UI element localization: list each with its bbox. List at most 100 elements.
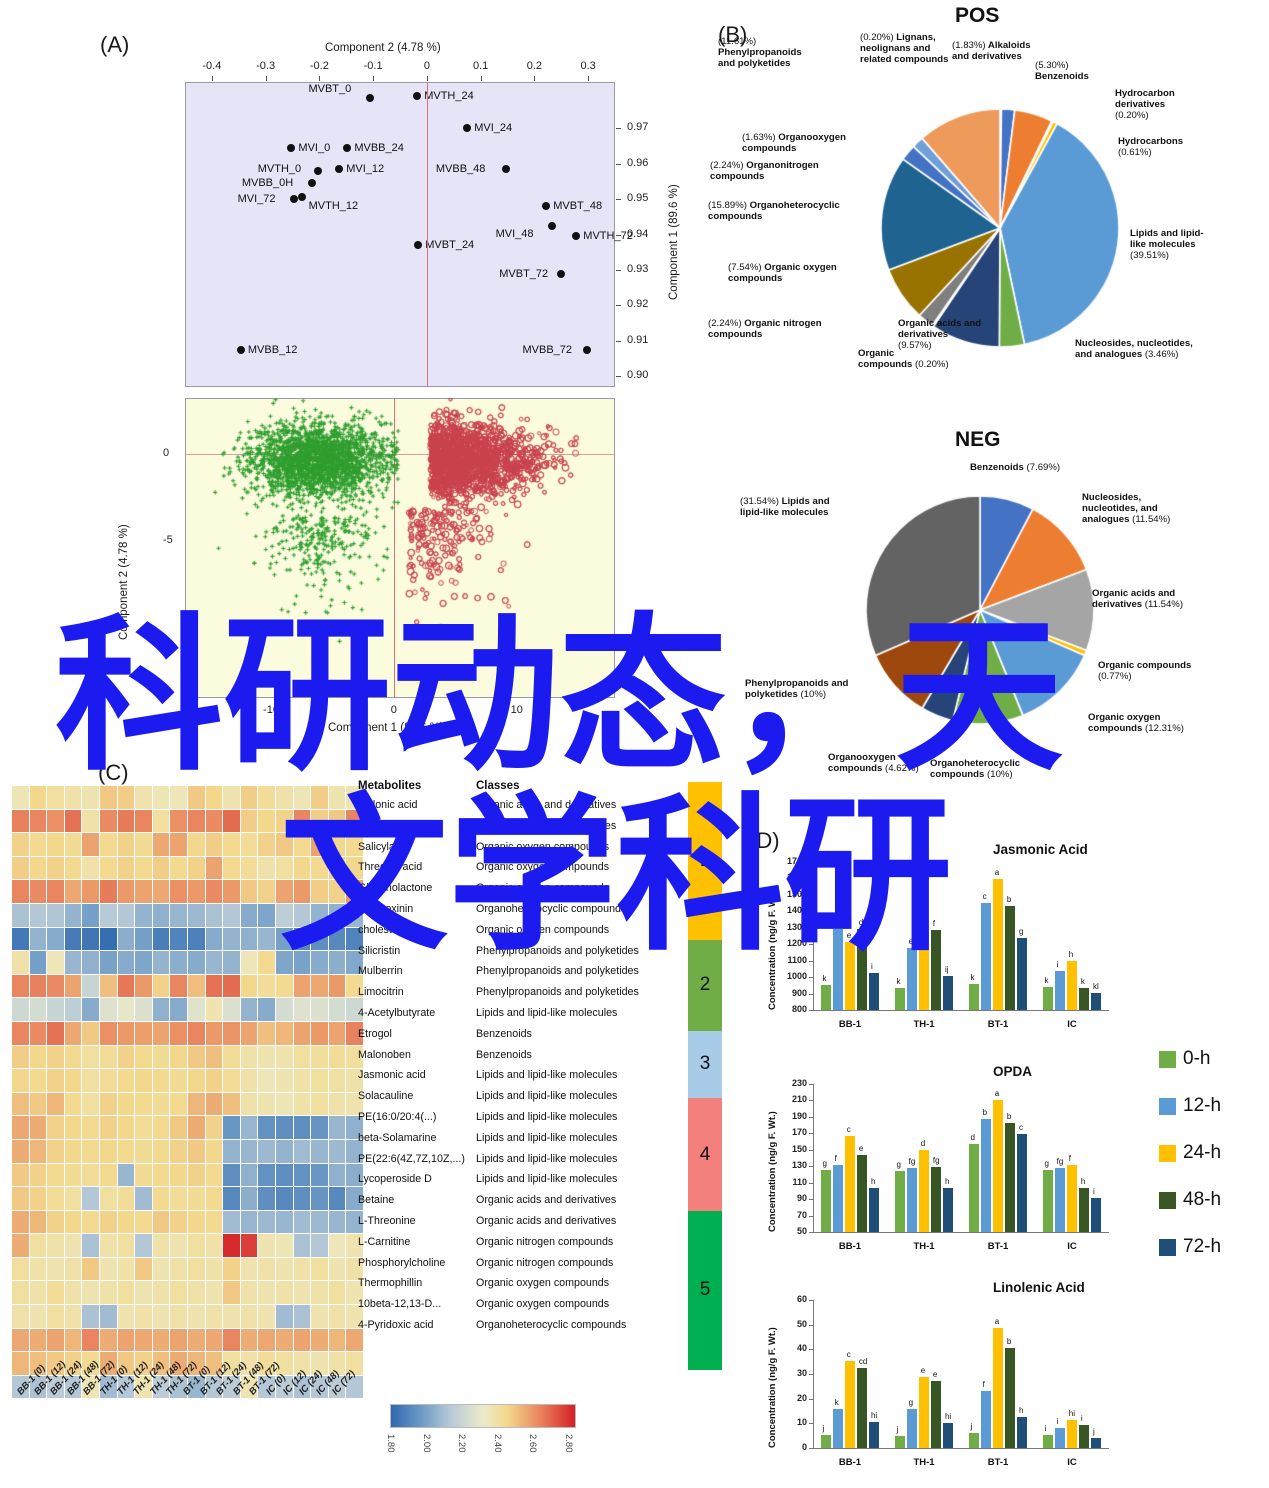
metabolite-class: Lipids and lipid-like molecules	[476, 1152, 618, 1165]
heatmap-cell	[152, 1045, 170, 1069]
heatmap-cell	[328, 833, 346, 856]
heatmap-cell	[223, 1045, 240, 1069]
bar-chart-y-tick: 150	[791, 1143, 807, 1154]
heatmap-cell	[293, 951, 311, 974]
heatmap-cell	[117, 903, 135, 927]
heatmap-cell	[187, 951, 205, 974]
heatmap-cell	[205, 833, 223, 856]
metabolite-row: Salicylate Organic oxygen compounds	[358, 837, 678, 858]
heatmap-cell	[187, 833, 205, 856]
heatmap-cell	[205, 903, 223, 927]
bar	[1054, 1428, 1066, 1448]
neg-slice-label: Phenylpropanoids and polyketides (10%)	[745, 678, 849, 700]
loading-point-label: MVTH_24	[424, 90, 474, 103]
bar-chart-y-tick: 90	[796, 1193, 807, 1204]
heatmap-cell	[187, 1139, 205, 1163]
bar	[856, 929, 868, 1010]
heatmap-cell	[99, 880, 117, 903]
metabolite-class: Organic oxygen compounds	[476, 1277, 610, 1290]
bar	[968, 1144, 980, 1232]
bar-chart-y-tickmark	[809, 1300, 813, 1301]
heatmap-cell	[293, 1234, 311, 1257]
heatmap-cell	[328, 951, 346, 974]
metabolite-row: 4-Acetylbutyrate Lipids and lipid-like mo…	[358, 1003, 678, 1024]
heatmap-cell	[258, 1210, 275, 1234]
heatmap-cell	[258, 1281, 275, 1305]
heatmap-cell	[12, 1045, 29, 1069]
loading-x-tick: 0.3	[580, 60, 596, 72]
heatmap-cell	[258, 903, 275, 927]
heatmap-cell	[205, 809, 223, 833]
bar	[856, 1154, 868, 1232]
metabolite-class: Lipids and lipid-like molecules	[476, 1173, 618, 1186]
heatmap-cell	[205, 856, 223, 880]
heatmap-cell	[328, 1257, 346, 1281]
significance-letter: ij	[944, 964, 949, 974]
heatmap-cell	[47, 1234, 64, 1257]
heatmap-cell	[82, 856, 99, 880]
colorbar-tick: 2.00	[420, 1434, 432, 1453]
heatmap-cell	[82, 1305, 99, 1328]
significance-letter: hi	[1068, 1409, 1075, 1419]
heatmap-cell	[117, 927, 135, 951]
pos-slice-percent: (0.20%)	[912, 359, 949, 371]
loading-point-label: MVBB_12	[247, 343, 298, 356]
heatmap-cell	[12, 1139, 29, 1163]
metabolite-row: Phosphorylcholine Organic nitrogen compou…	[358, 1253, 678, 1274]
heatmap-colorbar: 1.80 2.00 2.20 2.40 2.60 2.80	[385, 1404, 576, 1453]
heatmap-cell	[152, 856, 170, 880]
loading-point	[547, 221, 556, 230]
pos-slice-name: Hydrocarbons	[1118, 136, 1184, 147]
heatmap-cell	[99, 1187, 117, 1210]
heatmap-cell	[47, 974, 64, 998]
colorbar-tick: 2.80	[562, 1434, 574, 1453]
loading-point-label: MVTH_12	[308, 200, 359, 213]
loading-y-tick: 0.95	[627, 192, 649, 205]
pos-slice-label: (0.20%) Lignans, neolignans and related …	[860, 32, 952, 66]
heatmap-cell	[64, 1305, 82, 1328]
bar	[820, 985, 832, 1010]
heatmap-cell	[82, 1139, 99, 1163]
heatmap-cell	[223, 974, 240, 998]
pos-slice-name: Phenylpropanoids and polyketides	[718, 47, 802, 70]
metabolite-class: Organic nitrogen compounds	[476, 1256, 614, 1269]
heatmap-cell	[311, 786, 328, 809]
score-y-tick: -5	[163, 534, 173, 547]
legend-label: 12-h	[1183, 1095, 1222, 1116]
bar-chart-y-axis	[813, 862, 815, 1010]
bar	[930, 1167, 942, 1232]
heatmap-cell	[328, 1021, 346, 1045]
heatmap-cell	[328, 1045, 346, 1069]
heatmap-cell	[117, 1069, 135, 1092]
significance-letter: d	[920, 1138, 926, 1148]
heatmap-cell	[311, 1045, 328, 1069]
heatmap-cell	[29, 1210, 47, 1234]
heatmap-cell	[82, 974, 99, 998]
heatmap-cell	[64, 856, 82, 880]
heatmap-cell	[117, 880, 135, 903]
pos-slice-label: (1.83%) Alkaloids and derivatives	[952, 40, 1032, 62]
heatmap-cell	[12, 1281, 29, 1305]
loading-x-tickmark	[211, 76, 213, 81]
heatmap-cell	[275, 1021, 293, 1045]
heatmap-cell	[99, 1210, 117, 1234]
heatmap-cell	[135, 927, 152, 951]
heatmap-cell	[328, 1234, 346, 1257]
bar-chart-group-label: IC	[1067, 1019, 1077, 1030]
heatmap-cell	[47, 1116, 64, 1139]
heatmap-cell	[152, 1328, 170, 1352]
heatmap-cell	[117, 1257, 135, 1281]
heatmap-cell	[205, 1257, 223, 1281]
metabolite-name: Butyric acid	[358, 819, 414, 832]
heatmap-cell	[12, 1305, 29, 1328]
heatmap-cell	[29, 1234, 47, 1257]
pos-slice-label: Nucleosides, nucleotides, and analogues …	[1075, 338, 1193, 360]
neg-slice-label: Organooxygen compounds (4.62%)	[828, 752, 932, 774]
score-y-tick: 0	[163, 446, 170, 459]
loading-y-tickmark	[616, 128, 621, 130]
heatmap-cell	[135, 1116, 152, 1139]
pos-slice-percent: (11.61%)	[718, 36, 757, 47]
heatmap-cell	[240, 1163, 258, 1187]
heatmap-cell	[223, 1163, 240, 1187]
heatmap-cell	[275, 951, 293, 974]
